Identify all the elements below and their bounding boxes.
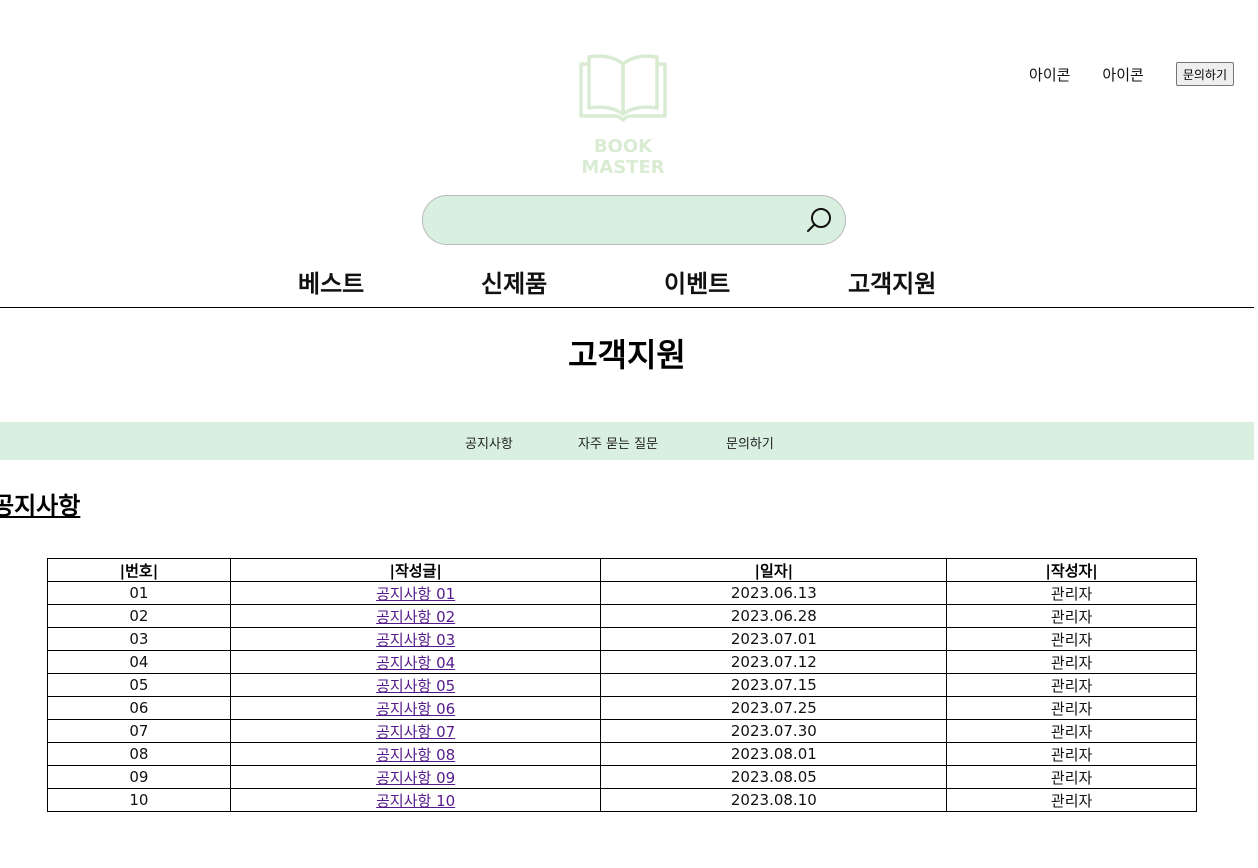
search-bar — [422, 195, 846, 245]
cell-date: 2023.06.13 — [600, 581, 948, 605]
cell-title: 공지사항 05 — [229, 673, 602, 697]
search-input[interactable] — [443, 206, 807, 236]
page-title: 고객지원 — [568, 336, 686, 374]
cell-date: 2023.07.30 — [600, 719, 948, 743]
table-row: 05 공지사항 05 2023.07.15 관리자 — [47, 673, 1197, 697]
nav-item-best[interactable]: 베스트 — [298, 264, 364, 299]
cell-date: 2023.08.10 — [600, 788, 948, 812]
table-row: 10 공지사항 10 2023.08.10 관리자 — [47, 788, 1197, 812]
sub-nav: 공지사항 자주 묻는 질문 문의하기 — [0, 422, 1254, 460]
table-row: 09 공지사항 09 2023.08.05 관리자 — [47, 765, 1197, 789]
cell-date: 2023.07.15 — [600, 673, 948, 697]
table-row: 08 공지사항 08 2023.08.01 관리자 — [47, 742, 1197, 766]
page: BOOK MASTER 아이콘 아이콘 문의하기 베스트 신제품 이벤트 고객지… — [0, 0, 1258, 868]
notice-table-body: 01 공지사항 01 2023.06.13 관리자 02 공지사항 02 2023.06.2… — [47, 581, 1197, 812]
notice-link[interactable]: 공지사항 09 — [376, 769, 455, 787]
table-row: 06 공지사항 06 2023.07.25 관리자 — [47, 696, 1197, 720]
cell-title: 공지사항 03 — [229, 627, 602, 651]
cell-no: 10 — [47, 788, 231, 812]
cell-no: 06 — [47, 696, 231, 720]
notice-link[interactable]: 공지사항 05 — [376, 677, 455, 695]
nav-item-new[interactable]: 신제품 — [481, 264, 547, 299]
table-row: 02 공지사항 02 2023.06.28 관리자 — [47, 604, 1197, 628]
notice-link[interactable]: 공지사항 01 — [376, 585, 455, 603]
cell-no: 04 — [47, 650, 231, 674]
notice-link[interactable]: 공지사항 08 — [376, 746, 455, 764]
cell-writer: 관리자 — [946, 604, 1197, 628]
notice-link[interactable]: 공지사항 02 — [376, 608, 455, 626]
cell-title: 공지사항 01 — [229, 581, 602, 605]
sub-nav-notice[interactable]: 공지사항 — [465, 433, 513, 452]
cell-writer: 관리자 — [946, 627, 1197, 651]
cell-writer: 관리자 — [946, 719, 1197, 743]
logo-text: BOOK MASTER — [581, 136, 665, 178]
section-title: 공지사항 — [0, 492, 81, 520]
sub-nav-faq[interactable]: 자주 묻는 질문 — [578, 433, 658, 452]
cell-writer: 관리자 — [946, 788, 1197, 812]
cell-no: 07 — [47, 719, 231, 743]
cell-date: 2023.08.05 — [600, 765, 948, 789]
table-row: 01 공지사항 01 2023.06.13 관리자 — [47, 581, 1197, 605]
cell-no: 02 — [47, 604, 231, 628]
cell-date: 2023.07.25 — [600, 696, 948, 720]
notice-link[interactable]: 공지사항 10 — [376, 792, 455, 810]
header-writer: |작성자| — [946, 558, 1197, 582]
cell-title: 공지사항 08 — [229, 742, 602, 766]
cell-title: 공지사항 02 — [229, 604, 602, 628]
cell-title: 공지사항 07 — [229, 719, 602, 743]
logo[interactable]: BOOK MASTER — [550, 50, 696, 178]
cell-no: 08 — [47, 742, 231, 766]
cell-writer: 관리자 — [946, 581, 1197, 605]
cell-title: 공지사항 04 — [229, 650, 602, 674]
nav-divider — [0, 307, 1254, 308]
cell-no: 03 — [47, 627, 231, 651]
cell-writer: 관리자 — [946, 673, 1197, 697]
table-header-row: |번호| |작성글| |일자| |작성자| — [47, 558, 1197, 582]
search-icon[interactable] — [805, 206, 833, 234]
table-row: 04 공지사항 04 2023.07.12 관리자 — [47, 650, 1197, 674]
cell-date: 2023.06.28 — [600, 604, 948, 628]
table-row: 03 공지사항 03 2023.07.01 관리자 — [47, 627, 1197, 651]
notice-link[interactable]: 공지사항 07 — [376, 723, 455, 741]
notice-link[interactable]: 공지사항 06 — [376, 700, 455, 718]
cell-writer: 관리자 — [946, 765, 1197, 789]
main-nav: 베스트 신제품 이벤트 고객지원 — [0, 264, 1258, 304]
cell-date: 2023.07.12 — [600, 650, 948, 674]
table-row: 07 공지사항 07 2023.07.30 관리자 — [47, 719, 1197, 743]
nav-item-event[interactable]: 이벤트 — [664, 264, 730, 299]
cell-no: 01 — [47, 581, 231, 605]
top-links: 아이콘 아이콘 문의하기 — [1029, 62, 1234, 86]
cell-title: 공지사항 10 — [229, 788, 602, 812]
cell-title: 공지사항 09 — [229, 765, 602, 789]
cell-date: 2023.08.01 — [600, 742, 948, 766]
open-book-icon — [579, 54, 667, 122]
cell-writer: 관리자 — [946, 696, 1197, 720]
top-link-icon-1[interactable]: 아이콘 — [1029, 64, 1070, 85]
header-no: |번호| — [47, 558, 231, 582]
nav-item-support[interactable]: 고객지원 — [848, 264, 936, 299]
cell-writer: 관리자 — [946, 650, 1197, 674]
cell-no: 05 — [47, 673, 231, 697]
sub-nav-inquiry[interactable]: 문의하기 — [726, 433, 774, 452]
cell-writer: 관리자 — [946, 742, 1197, 766]
notice-link[interactable]: 공지사항 03 — [376, 631, 455, 649]
header-title: |작성글| — [229, 558, 602, 582]
top-link-icon-2[interactable]: 아이콘 — [1102, 64, 1143, 85]
cell-date: 2023.07.01 — [600, 627, 948, 651]
cell-title: 공지사항 06 — [229, 696, 602, 720]
notice-table: |번호| |작성글| |일자| |작성자| 01 공지사항 01 2023.06.1… — [47, 558, 1197, 812]
header-date: |일자| — [600, 558, 948, 582]
cell-no: 09 — [47, 765, 231, 789]
inquiry-button[interactable]: 문의하기 — [1175, 62, 1234, 86]
notice-link[interactable]: 공지사항 04 — [376, 654, 455, 672]
